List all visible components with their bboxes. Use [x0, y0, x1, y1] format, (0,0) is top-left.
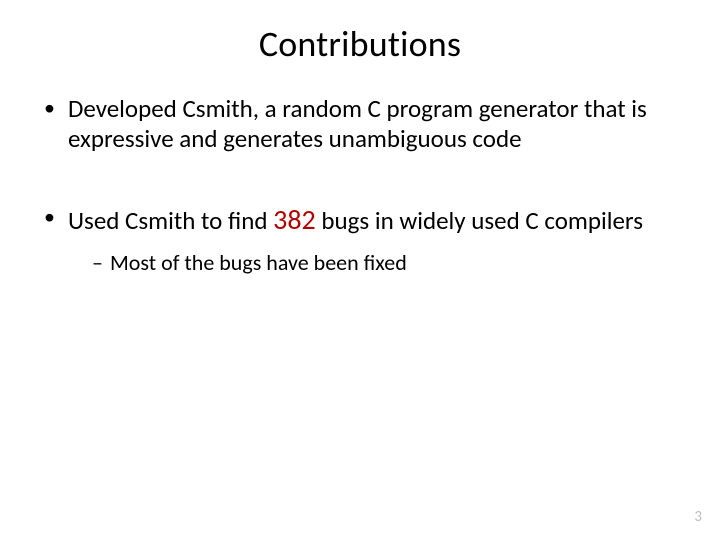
sub-bullet-text-1: Most of the bugs have been fixed — [110, 249, 407, 276]
bullet-text-2-pre: Used Csmith to find — [68, 205, 273, 236]
bullet-item-2: Used Csmith to find 382 bugs in widely u… — [40, 203, 680, 276]
bullet-item-1: Developed Csmith, a random C program gen… — [40, 94, 680, 153]
bullet-text-2-post: bugs in widely used C compilers — [316, 205, 643, 236]
slide: Contributions Developed Csmith, a random… — [0, 0, 720, 540]
slide-body: Developed Csmith, a random C program gen… — [0, 66, 720, 276]
page-number: 3 — [694, 508, 702, 526]
sub-bullet-item-1: Most of the bugs have been fixed — [92, 250, 680, 276]
bullet-text-1: Developed Csmith, a random C program gen… — [68, 93, 647, 154]
bullet-list: Developed Csmith, a random C program gen… — [40, 94, 680, 276]
sub-bullet-list: Most of the bugs have been fixed — [68, 250, 680, 276]
bug-count: 382 — [273, 202, 316, 237]
slide-title: Contributions — [0, 0, 720, 66]
